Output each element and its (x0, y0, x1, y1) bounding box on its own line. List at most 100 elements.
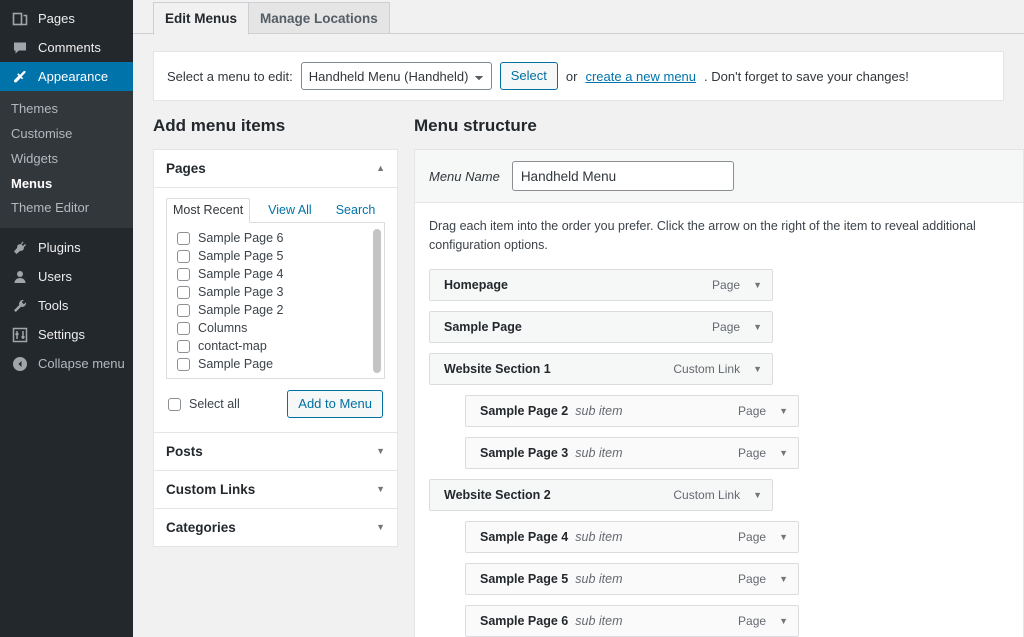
add-to-menu-button[interactable]: Add to Menu (287, 390, 383, 419)
menu-item-row-sub[interactable]: Sample Page 2 sub item Page ▼ (465, 394, 799, 427)
chevron-down-icon[interactable]: ▼ (779, 574, 788, 584)
chevron-down-icon[interactable]: ▼ (779, 616, 788, 626)
menu-item-row-sub[interactable]: Sample Page 6 sub item Page ▼ (465, 604, 799, 637)
menu-item-left: Sample Page 5 sub item (480, 572, 623, 586)
sidebar-item-tools[interactable]: Tools (0, 291, 133, 320)
checkbox-icon[interactable] (177, 321, 190, 335)
inner-tab-most-recent[interactable]: Most Recent (166, 198, 251, 224)
checkbox-icon[interactable] (168, 397, 181, 411)
menu-select-dropdown[interactable]: Handheld Menu (Handheld) (300, 62, 492, 90)
menu-item-row-sub[interactable]: Sample Page 3 sub item Page ▼ (465, 436, 799, 469)
menu-item-row[interactable]: Website Section 1 Custom Link ▼ (429, 352, 773, 385)
sidebar-item-label: Users (38, 269, 72, 285)
menu-item-row[interactable]: Homepage Page ▼ (429, 268, 773, 301)
menu-item-right: Page ▼ (738, 572, 788, 586)
accordion-label: Pages (166, 161, 206, 177)
content-columns: Add menu items Pages ▲ Most Recent View … (133, 115, 1024, 637)
select-button[interactable]: Select (499, 62, 558, 90)
list-item[interactable]: contact-map (177, 337, 384, 355)
list-item-label: Columns (198, 321, 248, 336)
menu-item-row-sub[interactable]: Sample Page 5 sub item Page ▼ (465, 562, 799, 595)
menu-item-type: Page (738, 571, 767, 586)
sidebar-subitem-widgets[interactable]: Widgets (0, 147, 133, 172)
sidebar-subitem-customise[interactable]: Customise (0, 122, 133, 147)
settings-sliders-icon (11, 326, 29, 344)
list-item[interactable]: Columns (177, 319, 384, 337)
accordion-header-posts[interactable]: Posts ▼ (154, 433, 397, 472)
menu-item-type: Page (738, 529, 767, 544)
menu-structure-box: Menu Name Drag each item into the order … (414, 149, 1024, 637)
chevron-down-icon[interactable]: ▼ (753, 322, 762, 332)
tools-wrench-icon (11, 297, 29, 315)
sidebar-item-collapse-menu[interactable]: Collapse menu (0, 349, 133, 378)
list-item[interactable]: Sample Page (177, 355, 384, 373)
sidebar-item-pages[interactable]: Pages (0, 4, 133, 33)
menu-item-row[interactable]: Sample Page Page ▼ (429, 310, 773, 343)
menu-name-input[interactable] (511, 161, 734, 192)
accordion-header-custom-links[interactable]: Custom Links ▼ (154, 471, 397, 510)
chevron-down-icon: ▼ (376, 522, 385, 533)
pages-checkbox-list[interactable]: Sample Page 6 Sample Page 5 Sample Page … (166, 223, 385, 380)
sidebar-item-plugins[interactable]: Plugins (0, 233, 133, 262)
chevron-up-icon: ▲ (376, 163, 385, 174)
sidebar-subitem-theme-editor[interactable]: Theme Editor (0, 196, 133, 221)
create-new-menu-link[interactable]: create a new menu (585, 69, 696, 84)
checkbox-icon[interactable] (177, 357, 190, 371)
chevron-down-icon: ▼ (376, 446, 385, 457)
list-item[interactable]: Sample Page 4 (177, 265, 384, 283)
drag-hint-text: Drag each item into the order you prefer… (429, 219, 976, 252)
chevron-down-icon[interactable]: ▼ (753, 490, 762, 500)
inner-tab-search[interactable]: Search (330, 199, 382, 222)
list-item[interactable]: Sample Page 5 (177, 247, 384, 265)
checkbox-icon[interactable] (177, 249, 190, 263)
menu-item-left: Website Section 1 (444, 362, 551, 376)
accordion-header-categories[interactable]: Categories ▼ (154, 509, 397, 546)
sidebar-item-users[interactable]: Users (0, 262, 133, 291)
inner-tab-view-all[interactable]: View All (262, 199, 318, 222)
chevron-down-icon[interactable]: ▼ (779, 406, 788, 416)
checkbox-icon[interactable] (177, 303, 190, 317)
tab-manage-locations[interactable]: Manage Locations (248, 1, 390, 34)
list-item[interactable]: Sample Page 2 (177, 301, 384, 319)
sidebar-subitem-menus[interactable]: Menus (0, 172, 133, 197)
menu-item-sub-label: sub item (575, 613, 623, 628)
menu-item-type: Page (738, 445, 767, 460)
or-text: or (565, 68, 578, 84)
admin-sidebar: Pages Comments Appearance Themes Customi… (0, 0, 141, 637)
chevron-down-icon[interactable]: ▼ (753, 364, 762, 374)
menu-item-type: Page (738, 613, 767, 628)
checkbox-icon[interactable] (177, 285, 190, 299)
sidebar-item-appearance[interactable]: Appearance (0, 62, 141, 91)
checkbox-icon[interactable] (177, 339, 190, 353)
checkbox-icon[interactable] (177, 267, 190, 281)
pages-inner-tabs: Most Recent View All Search (166, 198, 385, 224)
accordion-header-pages[interactable]: Pages ▲ (154, 150, 397, 189)
menu-item-row[interactable]: Website Section 2 Custom Link ▼ (429, 478, 773, 511)
chevron-down-icon[interactable]: ▼ (779, 532, 788, 542)
menu-item-row-sub[interactable]: Sample Page 4 sub item Page ▼ (465, 520, 799, 553)
list-item[interactable]: Sample Page 6 (177, 229, 384, 247)
add-items-accordion: Pages ▲ Most Recent View All Search Samp… (153, 149, 398, 548)
checkbox-icon[interactable] (177, 231, 190, 245)
list-scrollbar-thumb[interactable] (373, 229, 381, 374)
sidebar-item-comments[interactable]: Comments (0, 33, 133, 62)
chevron-down-icon[interactable]: ▼ (779, 448, 788, 458)
sidebar-item-label: Settings (38, 327, 85, 343)
menu-item-title: Website Section 1 (444, 361, 551, 376)
menu-item-right: Page ▼ (738, 614, 788, 628)
add-menu-items-column: Add menu items Pages ▲ Most Recent View … (153, 115, 398, 548)
list-item-label: Sample Page 5 (198, 249, 284, 264)
menu-structure-heading: Menu structure (414, 116, 537, 135)
list-item[interactable]: Sample Page 3 (177, 283, 384, 301)
list-item-label: Sample Page 2 (198, 303, 284, 318)
sidebar-item-settings[interactable]: Settings (0, 320, 133, 349)
sidebar-item-label: Appearance (38, 69, 109, 84)
menu-item-left: Homepage (444, 278, 508, 292)
select-all-checkbox-row[interactable]: Select all (168, 397, 240, 411)
appearance-brush-icon (11, 68, 29, 86)
sidebar-subitem-themes[interactable]: Themes (0, 97, 133, 122)
tab-edit-menus[interactable]: Edit Menus (153, 1, 250, 35)
chevron-down-icon[interactable]: ▼ (753, 280, 762, 290)
accordion-label: Categories (166, 520, 236, 536)
menu-item-type: Custom Link (673, 361, 741, 376)
